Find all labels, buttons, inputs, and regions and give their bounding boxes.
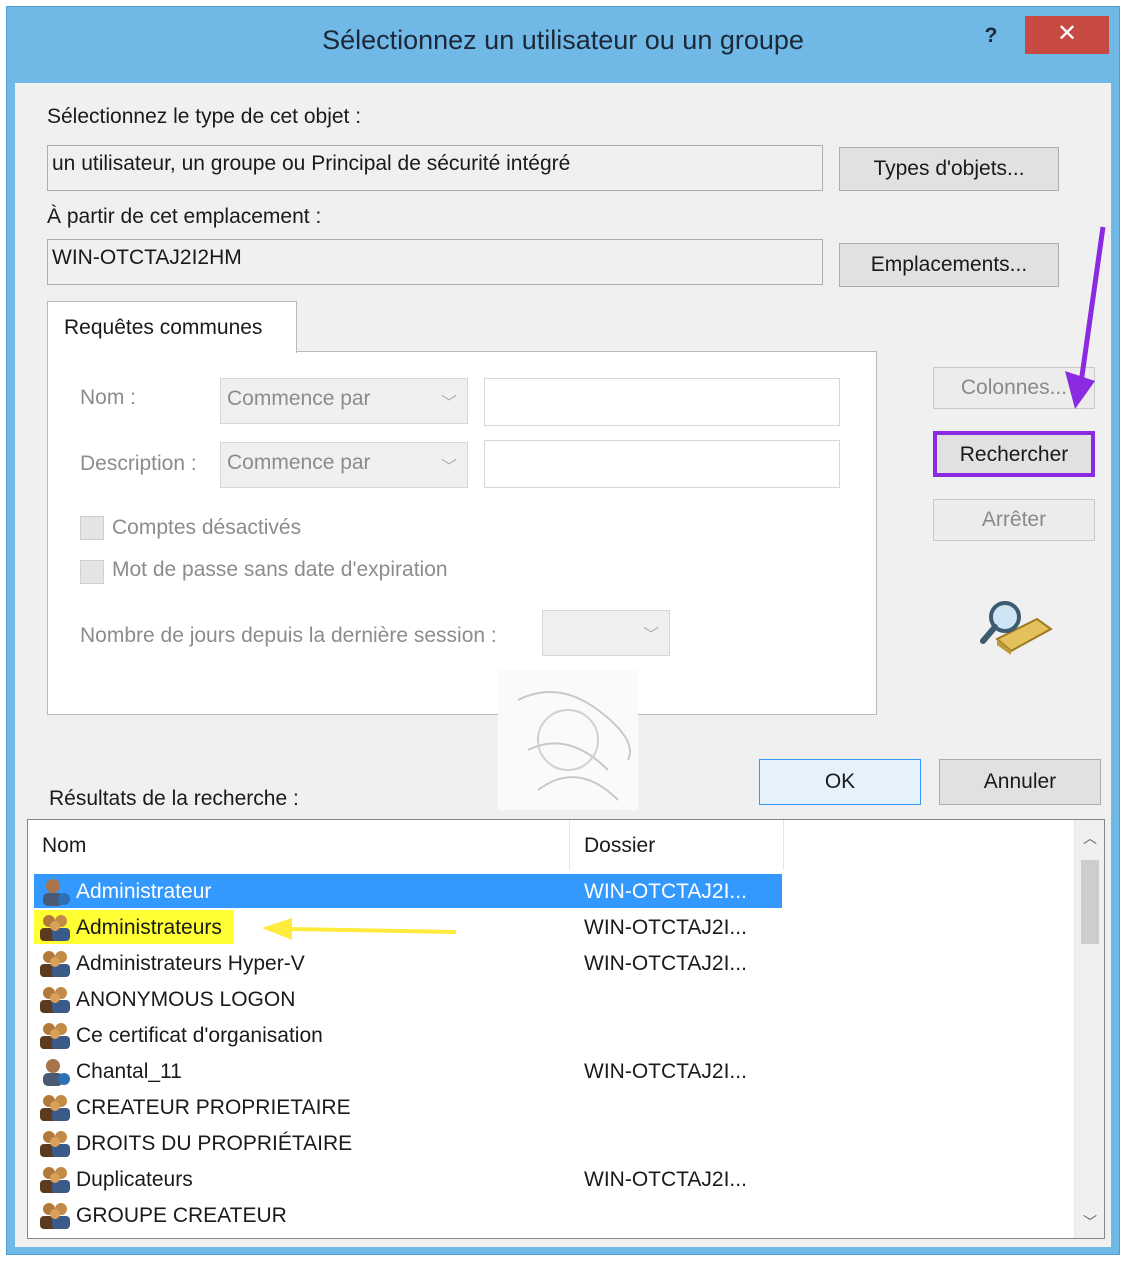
location-label: À partir de cet emplacement :: [47, 205, 322, 228]
group-icon: [38, 1093, 72, 1123]
chevron-down-icon: ﹀: [440, 459, 457, 476]
group-icon: [38, 1165, 72, 1195]
name-input[interactable]: [484, 378, 840, 426]
table-row[interactable]: DROITS DU PROPRIÉTAIRE: [28, 1126, 1078, 1162]
table-row[interactable]: Administrateurs WIN-OTCTAJ2I...: [28, 910, 1078, 946]
disabled-accounts-label: Comptes désactivés: [112, 516, 302, 539]
dialog-body: Sélectionnez le type de cet objet : un u…: [15, 83, 1111, 1247]
scrollbar-thumb[interactable]: [1081, 860, 1099, 944]
tab-common-queries[interactable]: Requêtes communes: [47, 301, 297, 353]
locations-button[interactable]: Emplacements...: [839, 243, 1059, 287]
table-row[interactable]: GROUPE CREATEUR: [28, 1198, 1078, 1234]
row-folder: WIN-OTCTAJ2I...: [584, 916, 747, 939]
group-icon: [38, 1201, 72, 1231]
description-input[interactable]: [484, 440, 840, 488]
results-scrollbar[interactable]: ︿ ﹀: [1074, 820, 1104, 1238]
cancel-button[interactable]: Annuler: [939, 759, 1101, 805]
no-expire-password-label: Mot de passe sans date d'expiration: [112, 558, 448, 581]
annotation-arrow-purple: [1065, 226, 1106, 409]
row-name: Administrateurs Hyper-V: [76, 952, 305, 975]
chevron-down-icon: ﹀: [440, 395, 457, 412]
table-row[interactable]: Chantal_11 WIN-OTCTAJ2I...: [28, 1054, 1078, 1090]
days-since-logon-dropdown[interactable]: ﹀: [542, 610, 670, 656]
column-header-name[interactable]: Nom: [28, 820, 570, 870]
description-match-value: Commence par: [227, 451, 371, 474]
location-field: WIN-OTCTAJ2I2HM: [47, 239, 823, 285]
results-label: Résultats de la recherche :: [49, 787, 299, 810]
dialog-window: Sélectionnez un utilisateur ou un groupe…: [6, 6, 1120, 1255]
chevron-down-icon: ﹀: [642, 627, 659, 644]
table-row[interactable]: Administrateurs Hyper-V WIN-OTCTAJ2I...: [28, 946, 1078, 982]
group-icon: [38, 985, 72, 1015]
column-header-folder[interactable]: Dossier: [570, 820, 784, 870]
scroll-down-icon[interactable]: ﹀: [1083, 1212, 1097, 1232]
description-match-dropdown[interactable]: Commence par ﹀: [220, 442, 468, 488]
row-name: Duplicateurs: [76, 1168, 193, 1191]
ok-button[interactable]: OK: [759, 759, 921, 805]
name-match-dropdown[interactable]: Commence par ﹀: [220, 378, 468, 424]
watermark-image: [498, 670, 638, 810]
table-row[interactable]: Duplicateurs WIN-OTCTAJ2I...: [28, 1162, 1078, 1198]
row-folder: WIN-OTCTAJ2I...: [584, 952, 747, 975]
search-button[interactable]: Rechercher: [933, 431, 1095, 477]
row-folder: WIN-OTCTAJ2I...: [584, 1168, 747, 1191]
group-icon: [38, 1021, 72, 1051]
help-button[interactable]: ?: [969, 21, 1013, 51]
row-folder: WIN-OTCTAJ2I...: [584, 880, 747, 903]
row-name: Ce certificat d'organisation: [76, 1024, 323, 1047]
user-icon: [38, 1057, 72, 1087]
row-name: Chantal_11: [76, 1060, 182, 1083]
row-name: Administrateurs: [76, 916, 222, 939]
close-button[interactable]: ✕: [1025, 16, 1109, 54]
table-row[interactable]: ANONYMOUS LOGON: [28, 982, 1078, 1018]
name-match-value: Commence par: [227, 387, 371, 410]
window-title: Sélectionnez un utilisateur ou un groupe: [322, 25, 804, 55]
description-label: Description :: [80, 452, 197, 475]
row-name: Administrateur: [76, 880, 212, 903]
row-name: GROUPE CREATEUR: [76, 1204, 287, 1227]
scroll-up-icon[interactable]: ︿: [1083, 828, 1097, 848]
title-bar[interactable]: Sélectionnez un utilisateur ou un groupe…: [7, 7, 1119, 83]
object-types-button[interactable]: Types d'objets...: [839, 147, 1059, 191]
table-row[interactable]: CREATEUR PROPRIETAIRE: [28, 1090, 1078, 1126]
no-expire-password-checkbox[interactable]: [80, 560, 104, 584]
group-icon: [38, 1129, 72, 1159]
days-since-logon-label: Nombre de jours depuis la dernière sessi…: [80, 624, 497, 647]
table-row[interactable]: Ce certificat d'organisation: [28, 1018, 1078, 1054]
group-icon: [38, 949, 72, 979]
row-name: DROITS DU PROPRIÉTAIRE: [76, 1132, 353, 1155]
search-folder-icon: [980, 601, 1053, 655]
common-queries-panel: Nom : Commence par ﹀ Description : Comme…: [47, 351, 877, 810]
object-type-label: Sélectionnez le type de cet objet :: [47, 105, 362, 128]
row-name: CREATEUR PROPRIETAIRE: [76, 1096, 351, 1119]
object-type-field: un utilisateur, un groupe ou Principal d…: [47, 145, 823, 191]
group-icon: [38, 913, 72, 943]
name-label: Nom :: [80, 386, 137, 409]
results-list[interactable]: Nom Dossier Administrateur WIN-OTCTAJ2I..…: [27, 819, 1105, 1239]
table-row[interactable]: Administrateur WIN-OTCTAJ2I...: [28, 874, 1078, 910]
row-name: ANONYMOUS LOGON: [76, 988, 296, 1011]
row-folder: WIN-OTCTAJ2I...: [584, 1060, 747, 1083]
annotation-arrow-yellow: [262, 918, 457, 940]
disabled-accounts-checkbox[interactable]: [80, 516, 104, 540]
stop-button[interactable]: Arrêter: [933, 499, 1095, 541]
user-icon: [38, 877, 72, 907]
